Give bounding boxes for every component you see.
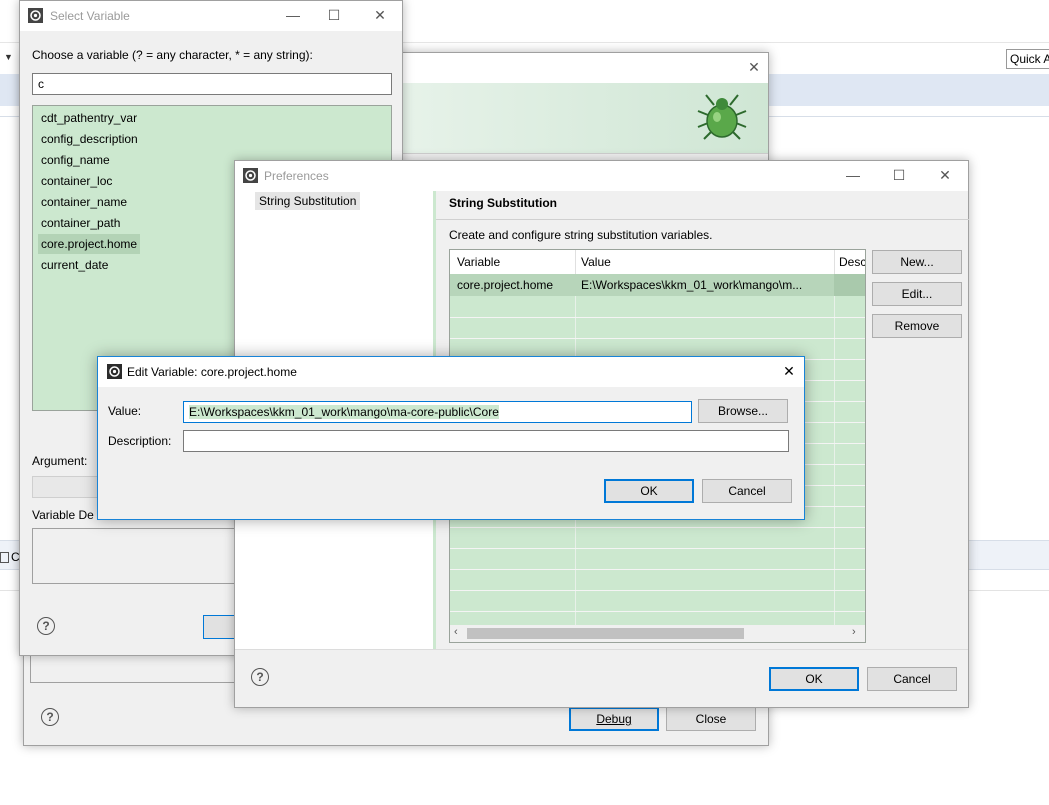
new-button[interactable]: New... (872, 250, 962, 274)
help-icon[interactable]: ? (251, 668, 269, 686)
value-field[interactable]: E:\Workspaces\kkm_01_work\mango\ma-core-… (183, 401, 692, 423)
browse-label: Browse... (717, 404, 768, 418)
page-title: String Substitution (449, 196, 557, 210)
grid-line (450, 590, 865, 591)
grid-line (450, 317, 865, 318)
edit-label: Edit... (901, 287, 933, 301)
close-icon[interactable]: ✕ (370, 7, 390, 24)
cancel-label: Cancel (893, 672, 931, 686)
button-bar-divider (235, 649, 968, 650)
edit-variable-title: Edit Variable: core.project.home (127, 365, 297, 379)
close-icon[interactable]: ✕ (779, 363, 799, 380)
dropdown-arrow-icon[interactable]: ▼ (4, 52, 13, 62)
filter-prompt: Choose a variable (? = any character, * … (32, 48, 313, 62)
select-variable-title: Select Variable (50, 9, 130, 23)
cancel-button[interactable]: Cancel (867, 667, 957, 691)
cell-description (834, 274, 865, 296)
scroll-left-icon[interactable]: ‹ (454, 626, 458, 638)
value-field-text: E:\Workspaces\kkm_01_work\mango\ma-core-… (189, 405, 499, 419)
table-row-selected[interactable]: core.project.home E:\Workspaces\kkm_01_w… (450, 274, 865, 296)
list-item[interactable]: config_description (41, 129, 138, 149)
maximize-icon[interactable]: ☐ (324, 7, 344, 24)
help-icon[interactable]: ? (41, 708, 59, 726)
description-field[interactable] (183, 430, 789, 452)
horizontal-scrollbar[interactable]: ‹ › (450, 625, 865, 642)
list-item[interactable]: current_date (41, 255, 108, 275)
quick-access-field[interactable]: Quick A (1006, 49, 1049, 69)
cell-variable: core.project.home (457, 278, 554, 292)
column-divider (575, 250, 576, 274)
variable-description-label: Variable De (32, 508, 94, 522)
preferences-title: Preferences (264, 169, 329, 183)
grid-line (450, 611, 865, 612)
new-label: New... (900, 255, 934, 269)
eclipse-icon (243, 168, 258, 183)
list-item-selected[interactable]: core.project.home (38, 234, 141, 254)
ok-button[interactable]: OK (604, 479, 694, 503)
close-icon[interactable]: ✕ (744, 59, 764, 76)
close-icon[interactable]: ✕ (935, 167, 955, 184)
maximize-icon[interactable]: ☐ (889, 167, 909, 184)
eclipse-icon (28, 8, 43, 23)
variable-filter-input[interactable]: c (32, 73, 392, 95)
list-item[interactable]: container_loc (41, 171, 112, 191)
debug-label: Debug (596, 712, 632, 726)
grid-line (450, 338, 865, 339)
console-icon (0, 552, 9, 564)
value-label: Value: (108, 404, 141, 418)
page-title-divider (436, 219, 969, 220)
remove-label: Remove (894, 319, 940, 333)
bug-icon (697, 94, 747, 140)
close-label: Close (695, 712, 727, 726)
nav-item-string-substitution[interactable]: String Substitution (255, 192, 361, 210)
list-item[interactable]: config_name (41, 150, 110, 170)
grid-line (450, 569, 865, 570)
page-description: Create and configure string substitution… (449, 228, 713, 242)
scrollbar-thumb[interactable] (467, 628, 744, 639)
eclipse-icon (107, 364, 122, 379)
ok-button[interactable]: OK (769, 667, 859, 691)
edit-variable-dialog: Edit Variable: core.project.home ✕ Value… (97, 356, 805, 520)
grid-line (450, 527, 865, 528)
debug-button[interactable]: Debug (569, 707, 659, 731)
column-header-variable[interactable]: Variable (457, 255, 500, 269)
ok-label: OK (640, 484, 658, 498)
minimize-icon[interactable]: — (283, 7, 303, 23)
column-header-value[interactable]: Value (581, 255, 611, 269)
quick-access-text: Quick A (1010, 52, 1049, 66)
close-button[interactable]: Close (666, 707, 756, 731)
list-item[interactable]: container_name (41, 192, 127, 212)
grid-line (834, 296, 835, 626)
cell-value: E:\Workspaces\kkm_01_work\mango\m... (581, 278, 803, 292)
argument-label: Argument: (32, 454, 88, 468)
cancel-button[interactable]: Cancel (702, 479, 792, 503)
column-header-description[interactable]: Desc (839, 255, 865, 269)
grid-line (450, 548, 865, 549)
ok-label: OK (805, 672, 823, 686)
help-icon[interactable]: ? (37, 617, 55, 635)
value-label-text: Value: (108, 404, 142, 418)
table-header: Variable Value Desc (450, 250, 865, 275)
description-label: Description: (108, 434, 172, 448)
minimize-icon[interactable]: — (843, 167, 863, 183)
remove-button[interactable]: Remove (872, 314, 962, 338)
edit-button[interactable]: Edit... (872, 282, 962, 306)
scroll-right-icon[interactable]: › (852, 626, 856, 638)
browse-button[interactable]: Browse... (698, 399, 788, 423)
column-divider (834, 250, 835, 274)
cancel-label: Cancel (728, 484, 766, 498)
list-item[interactable]: container_path (41, 213, 120, 233)
variable-description-area (32, 528, 252, 584)
list-item[interactable]: cdt_pathentry_var (41, 108, 137, 128)
